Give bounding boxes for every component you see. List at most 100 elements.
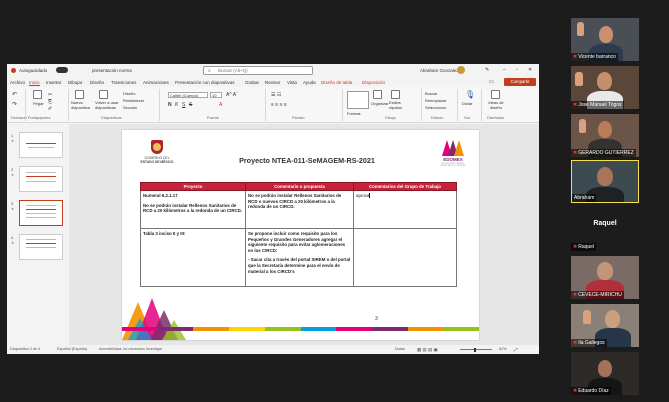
zoom-level[interactable]: 62% [499,347,507,351]
table-cell[interactable]: No se podrán instalar Rellenos Sanitario… [245,190,354,229]
pen-icon[interactable]: ✎ [485,67,489,73]
arrange-icon[interactable] [373,90,382,99]
header-proyecto[interactable]: Proyecto [140,182,246,191]
thumbnail-slide-1[interactable]: 1 ★ [11,132,63,158]
view-buttons-icon[interactable]: ▦ ▥ ▤ ▣ [417,347,438,353]
undo-icon[interactable]: ↶ [12,91,17,98]
maximize-icon[interactable]: ▫ [516,67,518,73]
font-color-icon[interactable]: A [219,102,222,108]
reuse-slides-label[interactable]: Volver a usar diapositivas [95,100,123,110]
zoom-slider[interactable] [460,349,492,350]
title-bar: Autoguardado presentación norma ⌕ Buscar… [7,64,539,77]
slide-title[interactable]: Proyecto NTEA-011-SeMAGEM-RS-2021 [222,156,392,165]
notes-button[interactable]: Notas [395,347,405,351]
table-cell[interactable]: Tabla 3 inciso II y III: [140,228,246,287]
format-painter-icon[interactable]: ✐ [48,106,52,112]
select-label[interactable]: Seleccionar [425,105,446,110]
participant-tile[interactable]: ✖Vicente barranco [571,18,639,61]
tab-diseno-tabla[interactable]: Diseño de tabla [321,80,352,85]
designer-icon[interactable] [491,90,500,99]
table-cell[interactable]: Se propone incluir como requisito para l… [245,228,354,287]
zoom-slider-knob[interactable] [474,347,476,352]
participant-tile[interactable]: ✖Ila Gallegos [571,304,639,347]
bullets-icon[interactable]: ☰ ☷ [271,92,281,98]
copy-icon[interactable]: ⎘ [48,99,52,105]
cell-text: Se propone incluir como requisito para l… [248,231,346,253]
font-name-box[interactable]: Calibri (Cuerpo) [168,92,208,98]
tab-grabar[interactable]: Grabar [245,80,259,85]
comments-icon[interactable]: ▭ [489,79,494,85]
header-comentario[interactable]: Comentario o propuesta [245,182,354,191]
star-icon: ★ [11,173,15,177]
avatar[interactable] [457,66,465,74]
current-slide[interactable]: GOBIERNO DEL ESTADO DE MÉXICO Proyecto N… [122,130,479,340]
font-size-box[interactable]: 10 [210,92,222,98]
section-label[interactable]: Sección [123,105,137,110]
autosave-toggle[interactable] [56,67,68,73]
participant-head [597,72,612,90]
arrange-label[interactable]: Organizar [371,101,389,106]
header-grupo[interactable]: Comentarios del Grupo de Trabajo [353,182,457,191]
replace-label[interactable]: Reemplazar [425,98,447,103]
document-name[interactable]: presentación norma [92,68,132,73]
participant-tile[interactable]: ✖CEVECE-MIRICHU [571,256,639,299]
shapes-label[interactable]: Formas [347,111,361,116]
redo-icon[interactable]: ↷ [12,101,17,108]
participant-tile[interactable]: Raquel ✖Raquel [571,208,639,251]
designer-label[interactable]: Ideas de diseño [485,100,507,110]
reset-label[interactable]: Restablecer [123,98,144,103]
bold-icon[interactable]: N [168,102,172,108]
user-name[interactable]: Abraham Gonzalez [420,68,459,73]
comments-table[interactable]: Proyecto Comentario o propuesta Comentar… [140,182,457,287]
tab-animaciones[interactable]: Animaciones [143,80,169,85]
layout-label[interactable]: Diseño [123,91,135,96]
quick-styles-label[interactable]: Estilos rápidos [389,100,405,110]
table-cell[interactable]: aprova [353,190,457,229]
thumbnail-slide-2[interactable]: 2 ★ [11,166,63,192]
strikethrough-icon[interactable]: S [189,102,192,108]
thumbnail-slide-4[interactable]: 4 ★ [11,234,63,260]
accessibility-status[interactable]: Accesibilidad: es necesario investigar [99,347,162,351]
italic-icon[interactable]: K [175,102,178,108]
align-icon[interactable]: ≡ ≡ ≡ ≡ [271,102,287,108]
underline-icon[interactable]: S [182,102,185,108]
tab-diseno[interactable]: Diseño [90,80,104,85]
reuse-slides-icon[interactable] [99,90,108,99]
tab-ayuda[interactable]: Ayuda [303,80,316,85]
find-label[interactable]: Buscar [425,91,437,96]
tab-transiciones[interactable]: Transiciones [111,80,136,85]
tab-archivo[interactable]: Archivo [10,80,25,85]
cut-icon[interactable]: ✂ [48,92,52,98]
ribbon-divider [25,89,26,121]
close-icon[interactable]: ✕ [528,67,532,73]
paste-icon[interactable] [33,90,42,99]
table-cell[interactable] [353,228,457,287]
participant-tile[interactable]: ✖Eduardo Díaz [571,352,639,395]
microphone-icon[interactable]: 🎙 [465,90,475,99]
tab-disposicion[interactable]: Disposición [362,80,385,85]
tab-inicio[interactable]: Inicio [29,80,40,86]
tab-dibujar[interactable]: Dibujar [68,80,82,85]
font-grow-icon[interactable]: A^ Aˇ [226,92,238,98]
share-button[interactable]: Compartir [504,78,536,86]
tab-insertar[interactable]: Insertar [46,80,61,85]
new-slide-icon[interactable] [75,90,84,99]
thumbnail-slide-3[interactable]: 3 ★ [11,200,63,226]
shapes-gallery[interactable] [347,91,369,109]
dictate-label[interactable]: Dictar [462,101,472,106]
participant-tile[interactable]: ✖José Manuel Trigos [571,66,639,109]
tab-presentacion[interactable]: Presentación con diapositivas [175,80,235,85]
minimize-icon[interactable]: – [503,67,506,73]
tab-vista[interactable]: Vista [287,80,297,85]
quick-styles-icon[interactable] [391,90,400,99]
search-icon: ⌕ [208,68,211,74]
table-cell[interactable]: Numeral 6.2.1.17 No se podrán instalar R… [140,190,246,229]
language[interactable]: Español (España) [57,347,87,351]
participant-tile-active-speaker[interactable]: Abraham [571,160,639,203]
fit-to-window-icon[interactable]: ⤢ [514,347,518,352]
participant-tile[interactable]: ✖GERARDO GUTIERREZ [571,114,639,157]
new-slide-label[interactable]: Nueva diapositiva [71,100,93,110]
search-box[interactable]: ⌕ Buscar (Alt+Q) [203,66,313,75]
paste-label[interactable]: Pegar [33,101,44,106]
tab-revisar[interactable]: Revisar [265,80,280,85]
